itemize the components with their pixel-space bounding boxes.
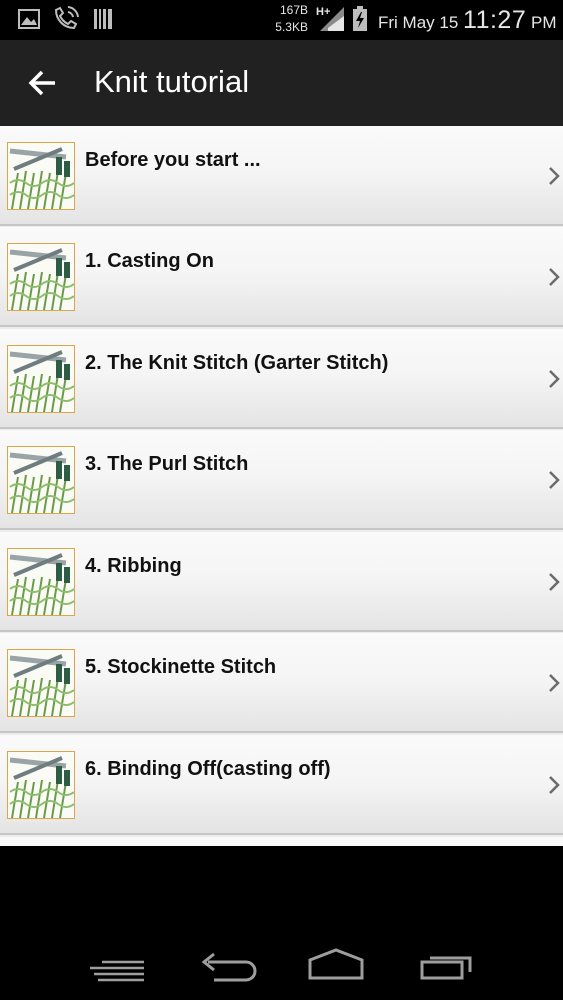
- network-speed: 167B 5.3KB: [264, 2, 308, 36]
- knitting-thumbnail-icon: [7, 751, 75, 819]
- knitting-thumbnail-icon: [7, 243, 75, 311]
- list-item[interactable]: 1. Casting On: [0, 227, 563, 327]
- data-hplus-signal-icon: H+: [316, 6, 344, 31]
- ampm: PM: [530, 13, 557, 32]
- item-title: 3. The Purl Stitch: [85, 453, 249, 475]
- list-item[interactable]: 6. Binding Off(casting off): [0, 735, 563, 835]
- net-up: 167B: [279, 3, 308, 17]
- knitting-thumbnail-icon: [7, 649, 75, 717]
- page-title: Knit tutorial: [94, 64, 250, 99]
- date: Fri May 15: [378, 13, 459, 32]
- list-item[interactable]: 4. Ribbing: [0, 532, 563, 632]
- empty-area: [0, 846, 563, 936]
- gallery-icon: [18, 9, 40, 29]
- system-nav-bar: [0, 936, 563, 1000]
- battery-charging-icon: [353, 6, 367, 31]
- chevron-right-icon: [549, 573, 560, 591]
- menu-button[interactable]: [86, 946, 150, 986]
- back-button[interactable]: [22, 61, 66, 105]
- list-item-partial[interactable]: [0, 837, 563, 846]
- knitting-thumbnail-icon: [7, 345, 75, 413]
- chevron-right-icon: [549, 776, 560, 794]
- arrow-left-icon: [28, 70, 55, 96]
- list-item[interactable]: 5. Stockinette Stitch: [0, 633, 563, 733]
- recents-icon: [420, 956, 472, 980]
- svg-text:H+: H+: [316, 6, 330, 18]
- item-title: Before you start ...: [85, 149, 261, 171]
- date-time: Fri May 15 11:27 PM: [378, 6, 556, 35]
- chevron-right-icon: [549, 370, 560, 388]
- net-down: 5.3KB: [275, 20, 308, 34]
- back-icon: [201, 952, 257, 982]
- knitting-thumbnail-icon: [7, 142, 75, 210]
- item-title: 4. Ribbing: [85, 555, 182, 577]
- list-item[interactable]: Before you start ...: [0, 126, 563, 226]
- tutorial-list: Before you start ... 1. Casting On 2. Th…: [0, 126, 563, 846]
- home-icon: [308, 948, 364, 980]
- nav-back-button[interactable]: [196, 946, 260, 986]
- item-title: 2. The Knit Stitch (Garter Stitch): [85, 352, 389, 374]
- knitting-thumbnail-icon: [7, 446, 75, 514]
- chevron-right-icon: [549, 268, 560, 286]
- home-button[interactable]: [304, 946, 368, 986]
- barcode-icon: [94, 9, 112, 29]
- wifi-call-icon: [54, 6, 79, 30]
- clock: 11:27: [463, 6, 527, 34]
- list-item[interactable]: 2. The Knit Stitch (Garter Stitch): [0, 329, 563, 429]
- chevron-right-icon: [549, 471, 560, 489]
- recents-button[interactable]: [414, 946, 478, 986]
- app-bar: Knit tutorial: [0, 40, 563, 126]
- list-item[interactable]: 3. The Purl Stitch: [0, 430, 563, 530]
- menu-icon: [90, 960, 144, 982]
- item-title: 5. Stockinette Stitch: [85, 656, 277, 678]
- chevron-right-icon: [549, 167, 560, 185]
- item-title: 6. Binding Off(casting off): [85, 758, 331, 780]
- item-title: 1. Casting On: [85, 250, 214, 272]
- status-bar: 167B 5.3KB H+ Fri May 15 11:27 PM: [0, 0, 563, 40]
- chevron-right-icon: [549, 674, 560, 692]
- knitting-thumbnail-icon: [7, 548, 75, 616]
